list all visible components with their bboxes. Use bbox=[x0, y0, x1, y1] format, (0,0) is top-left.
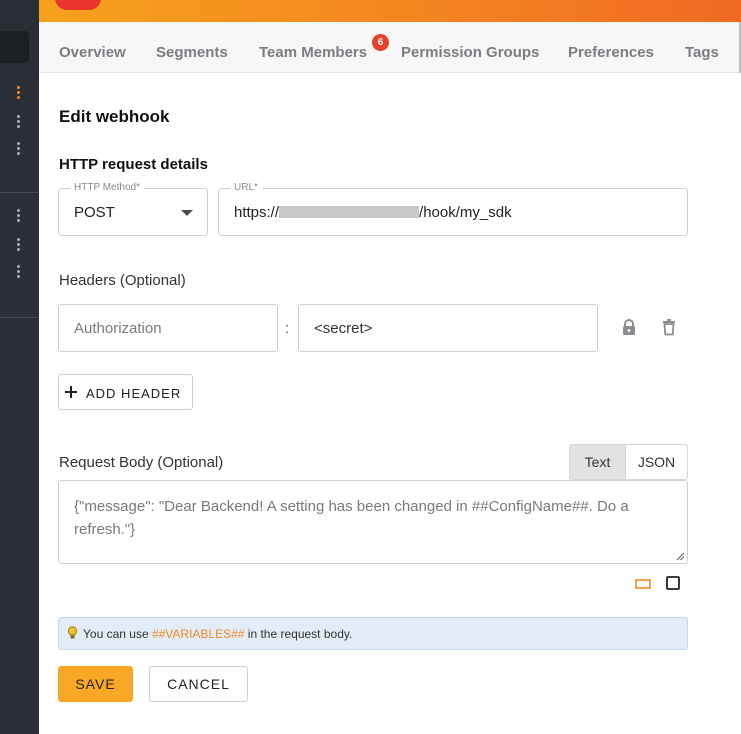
headers-label: Headers (Optional) bbox=[59, 272, 186, 289]
url-value-prefix: https:// bbox=[234, 204, 280, 221]
sidebar-divider bbox=[0, 192, 39, 193]
caret-down-icon bbox=[181, 210, 193, 216]
kebab-menu-icon[interactable] bbox=[17, 86, 21, 100]
url-legend: URL* bbox=[230, 182, 262, 193]
view-wide-icon[interactable] bbox=[634, 575, 652, 593]
request-body-value: {"message": "Dear Backend! A setting has… bbox=[74, 498, 629, 538]
view-square-icon[interactable] bbox=[664, 574, 682, 592]
top-bar bbox=[39, 0, 741, 22]
lock-icon[interactable] bbox=[620, 318, 638, 336]
kebab-menu-icon[interactable] bbox=[17, 142, 21, 156]
info-text: You can use ##VARIABLES## in the request… bbox=[83, 627, 352, 641]
sidebar-divider bbox=[0, 317, 39, 318]
body-format-toggle: Text JSON bbox=[569, 444, 688, 480]
kebab-menu-icon[interactable] bbox=[17, 238, 21, 252]
page-title: Edit webhook bbox=[59, 107, 170, 126]
kebab-menu-icon[interactable] bbox=[17, 265, 21, 279]
tab-overview[interactable]: Overview bbox=[59, 44, 126, 61]
toggle-option-text[interactable]: Text bbox=[570, 445, 625, 479]
request-body-textarea[interactable]: {"message": "Dear Backend! A setting has… bbox=[58, 480, 688, 564]
add-header-label: ADD HEADER bbox=[86, 386, 182, 401]
section-title: HTTP request details bbox=[59, 156, 208, 173]
url-value: https:// /hook/my_sdk bbox=[234, 204, 512, 221]
lightbulb-icon bbox=[67, 626, 78, 639]
trash-icon[interactable] bbox=[660, 318, 678, 336]
tab-segments[interactable]: Segments bbox=[156, 44, 228, 61]
redacted-host bbox=[279, 206, 420, 218]
tab-preferences[interactable]: Preferences bbox=[568, 44, 654, 61]
tab-permission-groups[interactable]: Permission Groups bbox=[401, 44, 539, 61]
sidebar-search-box[interactable] bbox=[0, 31, 29, 63]
info-suffix: in the request body. bbox=[244, 627, 353, 641]
left-sidebar bbox=[0, 0, 39, 734]
add-header-button[interactable]: ADD HEADER bbox=[58, 374, 193, 410]
plus-icon bbox=[65, 386, 77, 398]
http-method-value: POST bbox=[74, 204, 115, 221]
kebab-menu-icon[interactable] bbox=[17, 115, 21, 129]
header-name-input[interactable]: Authorization bbox=[58, 304, 278, 352]
kebab-menu-icon[interactable] bbox=[17, 209, 21, 223]
tab-bar: Overview Segments Team Members 6 Permiss… bbox=[39, 22, 741, 73]
toggle-option-json[interactable]: JSON bbox=[625, 445, 687, 479]
team-members-count-badge: 6 bbox=[372, 34, 389, 51]
cancel-button[interactable]: CANCEL bbox=[149, 666, 248, 702]
save-button[interactable]: SAVE bbox=[58, 666, 133, 702]
url-field[interactable]: URL* https:// /hook/my_sdk bbox=[218, 182, 688, 236]
header-name-value: Authorization bbox=[74, 320, 162, 337]
tab-tags[interactable]: Tags bbox=[685, 44, 719, 61]
resize-handle-icon[interactable] bbox=[675, 551, 685, 561]
tab-team-members[interactable]: Team Members bbox=[259, 44, 367, 61]
request-body-label: Request Body (Optional) bbox=[59, 454, 224, 471]
url-value-suffix: /hook/my_sdk bbox=[419, 204, 512, 221]
app-logo[interactable] bbox=[55, 0, 101, 10]
http-method-legend: HTTP Method* bbox=[70, 182, 144, 193]
info-prefix: You can use bbox=[83, 627, 152, 641]
variables-info-box: You can use ##VARIABLES## in the request… bbox=[58, 617, 688, 650]
header-value-value: <secret> bbox=[314, 320, 373, 337]
info-variables: ##VARIABLES## bbox=[151, 627, 245, 641]
http-method-select[interactable]: HTTP Method* POST bbox=[58, 182, 208, 236]
header-separator: : bbox=[285, 320, 290, 337]
header-value-input[interactable]: <secret> bbox=[298, 304, 598, 352]
